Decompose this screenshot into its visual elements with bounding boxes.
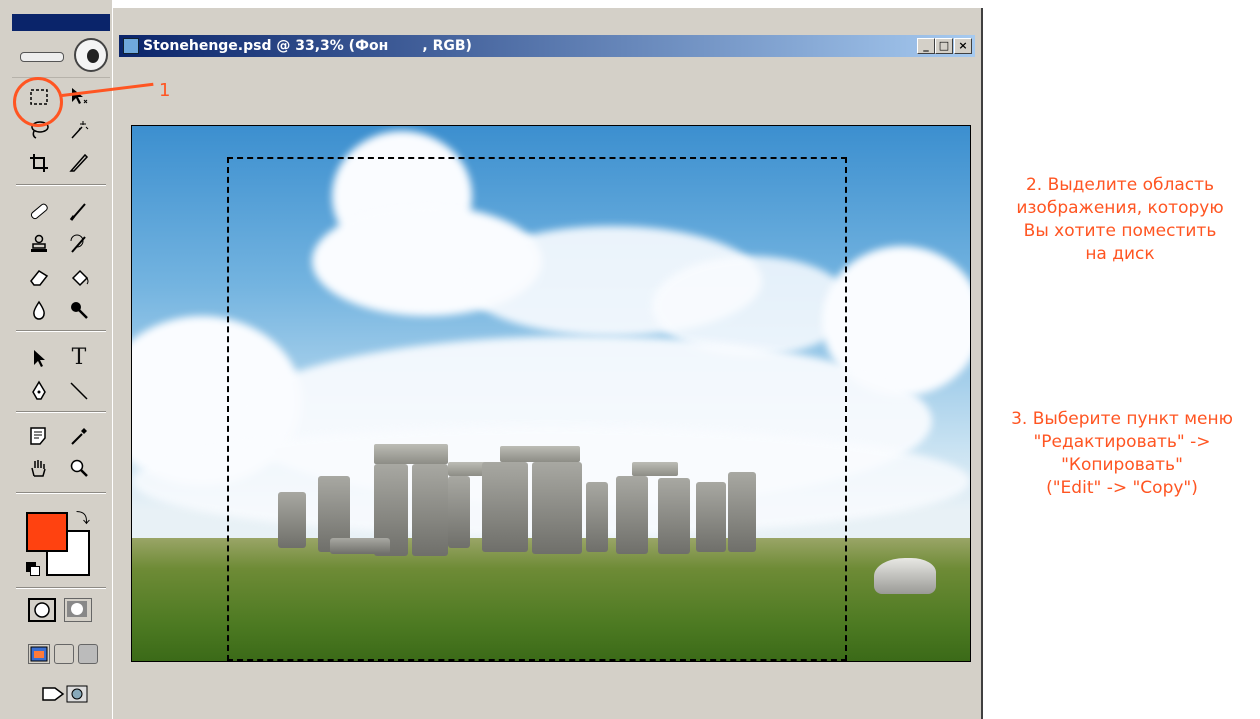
close-button[interactable]: ×	[954, 38, 972, 54]
standard-mode-icon	[34, 602, 50, 618]
minimize-button[interactable]: _	[917, 38, 935, 54]
boulder	[874, 558, 936, 594]
line-icon	[70, 382, 88, 400]
hand-icon	[31, 460, 46, 477]
feather-icon	[20, 52, 64, 62]
toolbox-separator	[16, 587, 106, 589]
pen-tool[interactable]	[26, 378, 52, 404]
blur-tool[interactable]	[26, 297, 52, 323]
zoom-tool[interactable]	[66, 455, 92, 481]
slice-tool[interactable]	[66, 150, 92, 176]
brush-tool[interactable]	[66, 198, 92, 224]
notes-tool[interactable]	[26, 423, 52, 449]
type-tool[interactable]: T	[66, 345, 92, 371]
slice-knife-icon	[69, 153, 89, 172]
dodge-burn-tool[interactable]	[66, 297, 92, 323]
document-title: Stonehenge.psd @ 33,3% (Фон , RGB)	[143, 38, 472, 54]
document-icon	[123, 38, 139, 54]
toolbox-separator	[16, 411, 106, 413]
full-screen-button[interactable]	[78, 644, 98, 664]
image-canvas[interactable]	[131, 125, 971, 662]
path-selection-tool[interactable]	[26, 345, 52, 371]
toolbox-separator	[16, 492, 106, 494]
bandage-icon	[30, 203, 48, 220]
toolbox-titlebar[interactable]	[12, 14, 110, 31]
eraser-tool[interactable]	[26, 264, 52, 290]
burn-icon	[71, 302, 88, 319]
magic-wand-tool[interactable]	[66, 117, 92, 143]
crop-tool[interactable]	[26, 150, 52, 176]
toolbox-separator	[16, 184, 106, 186]
imageready-icon	[42, 685, 88, 703]
selection-marquee[interactable]	[227, 157, 847, 661]
magic-wand-icon	[71, 121, 89, 139]
healing-brush-tool[interactable]	[26, 198, 52, 224]
eraser-icon	[30, 270, 49, 286]
maximize-button[interactable]: □	[935, 38, 953, 54]
eyedropper-tool[interactable]	[66, 423, 92, 449]
paint-bucket-icon	[71, 269, 89, 287]
magnifier-icon	[70, 459, 88, 477]
paint-bucket-tool[interactable]	[66, 264, 92, 290]
quick-mask-icon	[67, 601, 87, 617]
history-brush-icon	[70, 234, 86, 253]
annotation-circle	[13, 77, 63, 127]
pen-nib-icon	[32, 380, 46, 400]
jump-to-imageready-button[interactable]	[38, 681, 94, 707]
document-titlebar[interactable]: Stonehenge.psd @ 33,3% (Фон , RGB) _ □ ×	[119, 35, 975, 57]
annotation-step1: 1	[159, 80, 171, 101]
eye-icon	[74, 38, 108, 72]
standard-screen-mode-button[interactable]	[28, 644, 50, 664]
history-brush-tool[interactable]	[66, 231, 92, 257]
path-arrow-icon	[34, 350, 45, 367]
full-screen-menu-button[interactable]	[54, 644, 74, 664]
line-tool[interactable]	[66, 378, 92, 404]
foreground-color-swatch[interactable]	[26, 512, 68, 552]
move-tool[interactable]	[66, 84, 92, 110]
stamp-icon	[31, 234, 47, 252]
clone-stamp-tool[interactable]	[26, 231, 52, 257]
brush-icon	[69, 203, 86, 221]
note-icon	[30, 427, 46, 445]
document-window: Stonehenge.psd @ 33,3% (Фон , RGB) _ □ ×	[112, 8, 983, 719]
toolbox-separator	[16, 330, 106, 332]
annotation-step3: 3. Выберите пункт меню "Редактировать" -…	[1011, 409, 1233, 498]
hand-tool[interactable]	[26, 455, 52, 481]
screen-mode-icon	[30, 646, 48, 662]
swap-colors-icon[interactable]: ⤵	[76, 508, 90, 528]
crop-icon	[30, 154, 48, 172]
water-drop-icon	[33, 300, 45, 320]
eyedropper-icon	[71, 428, 87, 445]
move-arrow-icon	[72, 88, 88, 104]
default-colors-icon[interactable]	[26, 562, 40, 576]
standard-mode-button[interactable]	[28, 598, 56, 622]
photoshop-logo[interactable]	[12, 35, 110, 78]
annotation-step2: 2. Выделите область изображения, которую…	[1016, 175, 1224, 264]
quick-mask-button[interactable]	[64, 598, 92, 622]
